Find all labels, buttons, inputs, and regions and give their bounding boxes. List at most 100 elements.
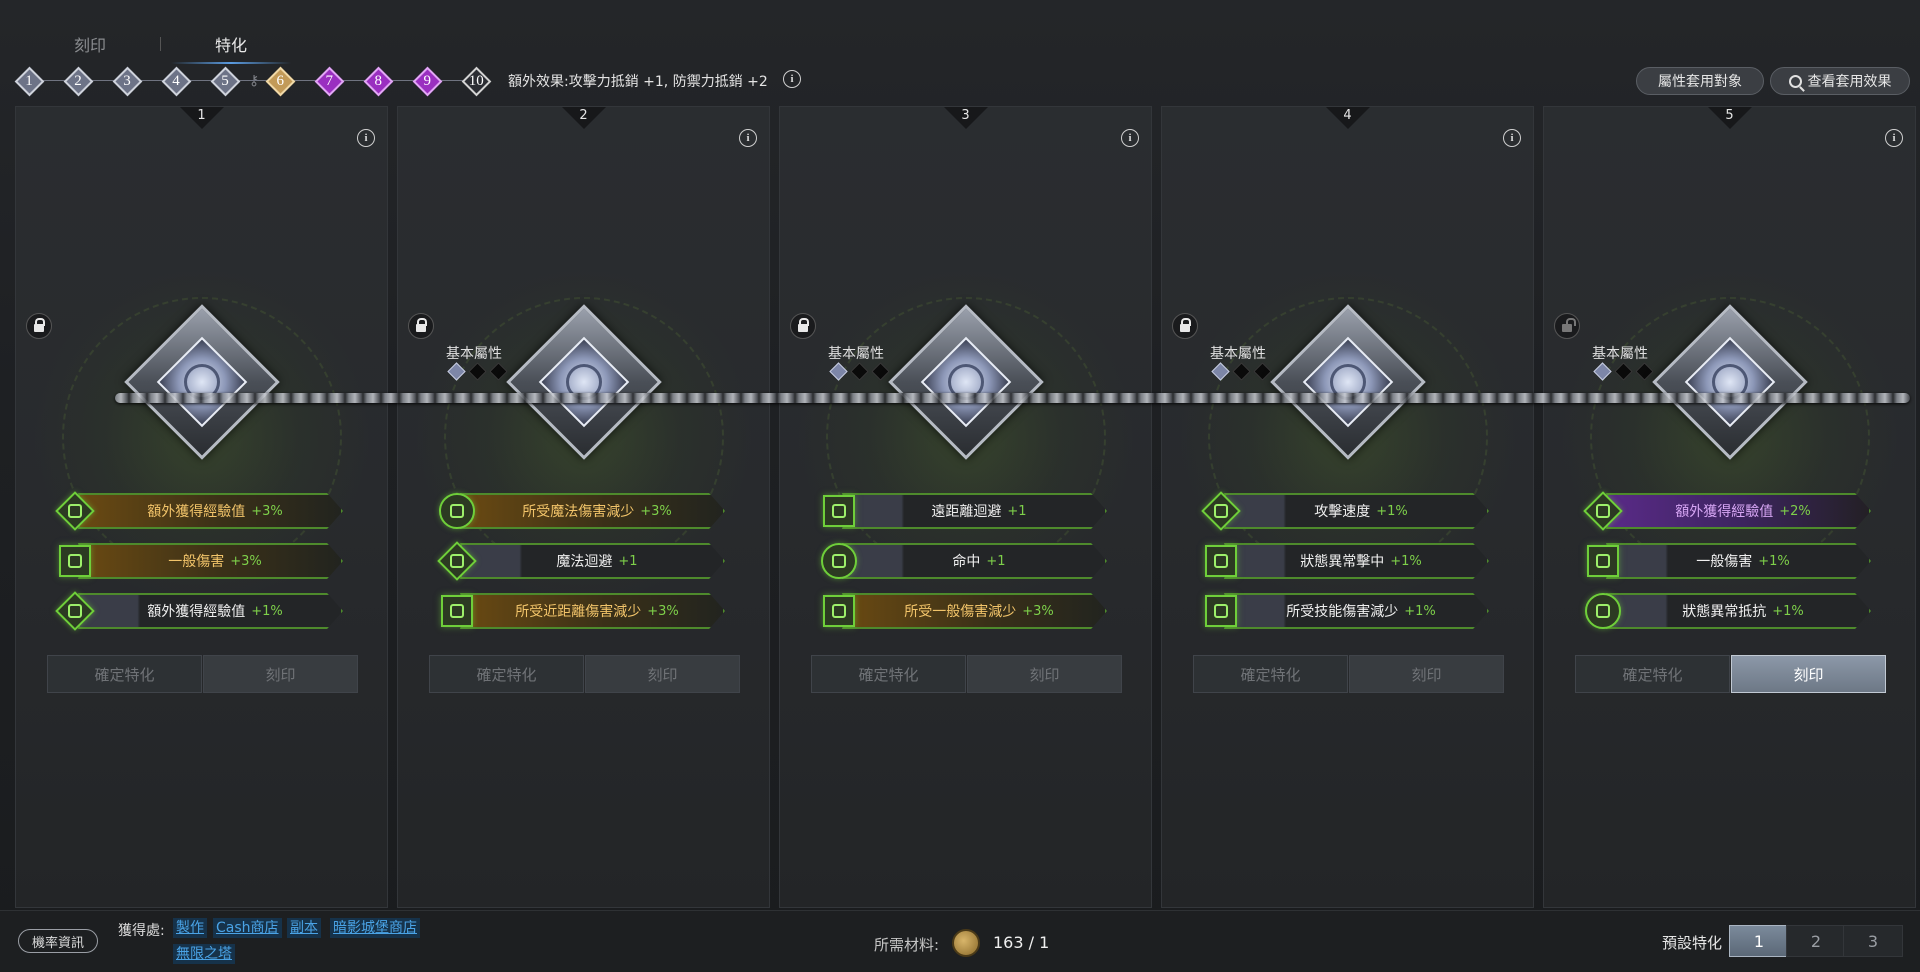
gem-filled-icon — [1211, 362, 1230, 381]
helmet-round-icon — [438, 492, 476, 530]
slot-number: 4 — [1343, 108, 1352, 123]
option-row[interactable]: 命中 +1 — [820, 541, 1118, 581]
probability-info-button[interactable]: 機率資訊 — [18, 929, 98, 953]
key-icon: ⚷ — [249, 73, 260, 89]
option-name: 額外獲得經驗值 — [147, 604, 246, 620]
option-row[interactable]: 所受一般傷害減少 +3% — [820, 591, 1118, 631]
option-row[interactable]: 額外獲得經驗值 +1% — [55, 591, 354, 631]
option-value: +1 — [986, 553, 1006, 569]
slot-info-icon[interactable]: i — [357, 129, 375, 147]
extra-effect-info-icon[interactable]: i — [783, 70, 801, 88]
lock-icon[interactable] — [408, 313, 434, 339]
basic-attribute-label: 基本屬性 — [446, 346, 502, 362]
engrave-button[interactable]: 刻印 — [1349, 655, 1504, 693]
gem-empty-icon — [1614, 362, 1633, 381]
slot-info-icon[interactable]: i — [1885, 129, 1903, 147]
option-label: 魔法迴避 +1 — [478, 541, 716, 581]
obtain-link-infinite-tower[interactable]: 無限之塔 — [173, 944, 235, 964]
helmet-round-icon — [820, 542, 858, 580]
option-row[interactable]: 狀態異常擊中 +1% — [1202, 541, 1500, 581]
lock-icon[interactable] — [790, 313, 816, 339]
level-number: 6 — [276, 72, 285, 89]
option-row[interactable]: 額外獲得經驗值 +2% — [1583, 491, 1882, 531]
option-name: 所受魔法傷害減少 — [522, 504, 635, 520]
option-label: 一般傷害 +1% — [1624, 541, 1862, 581]
option-row[interactable]: 一般傷害 +1% — [1584, 541, 1882, 581]
diamond-rune-icon — [1583, 491, 1623, 531]
option-row[interactable]: 額外獲得經驗值 +3% — [55, 491, 354, 531]
confirm-specialize-button[interactable]: 確定特化 — [811, 655, 966, 693]
option-name: 一般傷害 — [168, 554, 225, 570]
engrave-button[interactable]: 刻印 — [967, 655, 1122, 693]
confirm-specialize-button[interactable]: 確定特化 — [429, 655, 584, 693]
option-row[interactable]: 一般傷害 +3% — [56, 541, 354, 581]
option-label: 攻擊速度 +1% — [1242, 491, 1480, 531]
level-node-3[interactable]: 3 — [112, 66, 142, 96]
preset-2-button[interactable]: 2 — [1786, 925, 1846, 957]
option-row[interactable]: 所受技能傷害減少 +1% — [1202, 591, 1500, 631]
helmet-square-icon — [1202, 542, 1240, 580]
obtain-link-shadow-castle-shop[interactable]: 暗影城堡商店 — [330, 918, 420, 938]
option-value: +1% — [1404, 603, 1436, 619]
option-label: 所受魔法傷害減少 +3% — [478, 491, 716, 531]
option-name: 狀態異常抵抗 — [1682, 604, 1767, 620]
level-node-2[interactable]: 2 — [63, 66, 93, 96]
helmet-square-icon — [820, 492, 858, 530]
tab-specialize[interactable]: 特化 — [161, 24, 301, 64]
apply-targets-button[interactable]: 屬性套用對象 — [1636, 67, 1764, 95]
view-effects-button[interactable]: 查看套用效果 — [1770, 67, 1910, 95]
option-value: +2% — [1779, 503, 1811, 519]
option-row[interactable]: 魔法迴避 +1 — [437, 541, 736, 581]
gem-empty-icon — [850, 362, 869, 381]
lock-icon[interactable] — [26, 313, 52, 339]
slot-number-tab: 2 — [561, 107, 606, 129]
gem-filled-icon — [829, 362, 848, 381]
helmet-square-icon — [438, 592, 476, 630]
materials-count: 163 / 1 — [993, 933, 1050, 952]
level-number: 2 — [74, 72, 82, 89]
slot-panel-2: 2 i 基本屬性所受魔法傷害減少 +3% 魔法迴避 +1 所受近距離傷害減少 +3% 確定特化刻… — [397, 106, 770, 908]
slot-info-icon[interactable]: i — [1121, 129, 1139, 147]
option-value: +3% — [640, 503, 672, 519]
preset-1-button[interactable]: 1 — [1729, 925, 1789, 957]
helmet-square-icon — [1202, 592, 1240, 630]
lock-icon[interactable] — [1172, 313, 1198, 339]
confirm-specialize-button[interactable]: 確定特化 — [1193, 655, 1348, 693]
level-node-10[interactable]: 10 — [461, 66, 492, 96]
option-row[interactable]: 所受魔法傷害減少 +3% — [438, 491, 736, 531]
engrave-button[interactable]: 刻印 — [585, 655, 740, 693]
level-node-7[interactable]: 7 — [314, 66, 345, 96]
preset-3-button[interactable]: 3 — [1843, 925, 1903, 957]
level-node-9[interactable]: 9 — [412, 66, 443, 96]
slot-panel-1: 1 i 額外獲得經驗值 +3% 一般傷害 +3% 額外獲得經驗值 +1% 確定特化 刻印 — [15, 106, 388, 908]
obtain-link-dungeon[interactable]: 副本 — [287, 918, 321, 938]
level-node-4[interactable]: 4 — [161, 66, 191, 96]
basic-attribute-gems — [1211, 362, 1277, 381]
slot-panel-3: 3 i 基本屬性 遠距離迴避 +1 命中 +1 所受一般傷害減少 +3% 確定特化 刻印 — [779, 106, 1152, 908]
unlock-icon[interactable] — [1554, 313, 1580, 339]
confirm-specialize-button[interactable]: 確定特化 — [47, 655, 202, 693]
option-row[interactable]: 攻擊速度 +1% — [1201, 491, 1500, 531]
helmet-square-icon — [1584, 542, 1622, 580]
tab-engrave[interactable]: 刻印 — [20, 24, 160, 64]
gem-filled-icon — [1593, 362, 1612, 381]
option-row[interactable]: 所受近距離傷害減少 +3% — [438, 591, 736, 631]
slot-info-icon[interactable]: i — [739, 129, 757, 147]
level-node-6[interactable]: 6 — [265, 66, 296, 96]
level-node-1[interactable]: 1 — [14, 66, 44, 96]
level-node-5[interactable]: 5 — [210, 66, 240, 96]
confirm-specialize-button[interactable]: 確定特化 — [1575, 655, 1730, 693]
option-row[interactable]: 狀態異常抵抗 +1% — [1584, 591, 1882, 631]
obtain-link-cash-shop[interactable]: Cash商店 — [213, 918, 282, 938]
engrave-button[interactable]: 刻印 — [1731, 655, 1886, 693]
option-label: 遠距離迴避 +1 — [860, 491, 1098, 531]
engrave-button[interactable]: 刻印 — [203, 655, 358, 693]
level-node-8[interactable]: 8 — [363, 66, 394, 96]
option-value: +3% — [251, 503, 283, 519]
level-number: 7 — [325, 72, 334, 89]
extra-effect-text: 額外效果:攻擊力抵銷 +1, 防禦力抵銷 +2 — [508, 74, 768, 90]
obtain-link-craft[interactable]: 製作 — [173, 918, 207, 938]
slot-info-icon[interactable]: i — [1503, 129, 1521, 147]
materials-label: 所需材料: — [874, 936, 940, 954]
option-row[interactable]: 遠距離迴避 +1 — [820, 491, 1118, 531]
